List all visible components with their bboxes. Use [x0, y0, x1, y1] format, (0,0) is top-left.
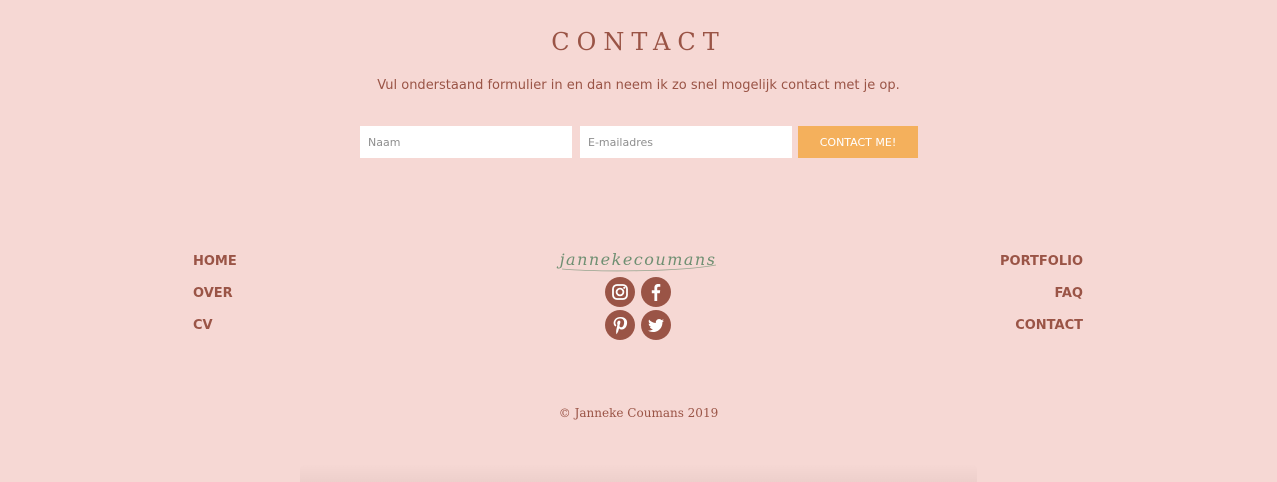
pinterest-icon[interactable]	[605, 310, 635, 340]
bottom-shadow	[300, 464, 977, 482]
contact-intro: Vul onderstaand formulier in en dan neem…	[377, 78, 900, 93]
contact-title: CONTACT	[551, 28, 726, 56]
copyright: © Janneke Coumans 2019	[558, 406, 719, 420]
footer-link-cv[interactable]: CV	[193, 318, 213, 333]
contact-me-button[interactable]: CONTACT ME!	[798, 126, 918, 158]
name-input[interactable]	[360, 126, 572, 158]
facebook-icon[interactable]	[641, 277, 671, 307]
footer-link-contact[interactable]: CONTACT	[1015, 318, 1083, 333]
jannekecoumans-logo[interactable]: jannekecoumans	[538, 243, 738, 277]
footer-link-over[interactable]: OVER	[193, 286, 233, 301]
footer-link-portfolio[interactable]: PORTFOLIO	[1000, 254, 1083, 269]
footer-link-faq[interactable]: FAQ	[1054, 286, 1083, 301]
logo-text: jannekecoumans	[557, 250, 717, 269]
instagram-icon[interactable]	[605, 277, 635, 307]
twitter-icon[interactable]	[641, 310, 671, 340]
email-input[interactable]	[580, 126, 792, 158]
footer-link-home[interactable]: HOME	[193, 254, 237, 269]
